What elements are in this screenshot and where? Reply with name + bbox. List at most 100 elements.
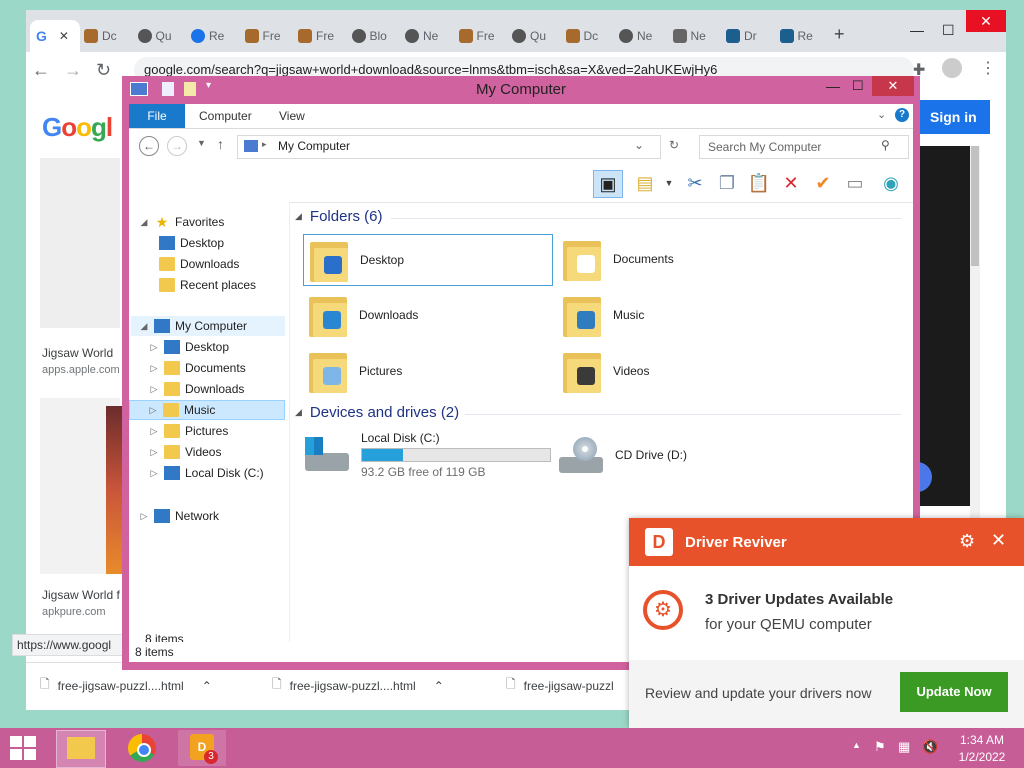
collapse-arrow-icon[interactable]: ◢: [139, 217, 149, 228]
reload-icon[interactable]: ↻: [96, 60, 111, 81]
forward-arrow-icon[interactable]: →: [64, 60, 82, 81]
nav-item-pictures[interactable]: ▷ Pictures: [149, 421, 228, 441]
tab-8[interactable]: Fre: [458, 24, 495, 48]
address-bar[interactable]: ▸ My Computer ⌄: [237, 135, 661, 159]
tab-google[interactable]: G ✕: [36, 24, 69, 48]
nav-item-documents[interactable]: ▷ Documents: [149, 358, 246, 378]
gear-icon[interactable]: ⚙: [959, 531, 975, 552]
folder-downloads[interactable]: Downloads: [303, 290, 551, 340]
download-item[interactable]: 🗋 free-jigsaw-puzzl....html ⌃: [272, 675, 444, 696]
clock-time[interactable]: 1:34 AM: [954, 733, 1010, 747]
sign-in-button[interactable]: Sign in: [910, 100, 990, 134]
download-item[interactable]: 🗋 free-jigsaw-puzzl: [506, 675, 614, 696]
delete-icon[interactable]: ✕: [777, 170, 805, 196]
close-window-button[interactable]: ✕: [872, 76, 914, 96]
search-input[interactable]: Search My Computer: [699, 135, 909, 159]
tab-6[interactable]: Blo: [351, 24, 387, 48]
tab-close-icon[interactable]: ✕: [59, 29, 69, 43]
google-logo[interactable]: Googl: [42, 112, 113, 143]
tab-14[interactable]: Re: [779, 24, 813, 48]
nav-item-desktop[interactable]: ▷ Desktop: [149, 337, 229, 357]
taskbar-file-explorer[interactable]: [56, 730, 106, 768]
drive-local-disk-c[interactable]: Local Disk (C:) 93.2 GB free of 119 GB: [303, 430, 551, 480]
folder-desktop[interactable]: Desktop: [303, 234, 553, 286]
nav-item-music[interactable]: ▷ Music: [129, 400, 285, 420]
tab-3[interactable]: Re: [191, 24, 224, 48]
nav-item-downloads[interactable]: ▷ Downloads: [149, 379, 244, 399]
nav-favorite-recent-places[interactable]: Recent places: [159, 275, 256, 295]
collapse-arrow-icon[interactable]: ◢: [295, 211, 302, 222]
download-item[interactable]: 🗋 free-jigsaw-puzzl....html ⌃: [40, 675, 212, 696]
tab-10[interactable]: Dc: [565, 24, 598, 48]
expand-ribbon-icon[interactable]: ⌄: [877, 108, 886, 121]
tab-2[interactable]: Qu: [137, 24, 172, 48]
result-thumbnail[interactable]: [40, 158, 120, 328]
expand-arrow-icon[interactable]: ▷: [149, 468, 159, 479]
update-now-button[interactable]: Update Now: [900, 672, 1008, 712]
expand-arrow-icon[interactable]: ▷: [149, 384, 159, 395]
help-icon[interactable]: ?: [895, 108, 909, 122]
tab-view[interactable]: View: [279, 104, 305, 128]
minimize-icon[interactable]: —: [826, 78, 840, 94]
tab-9[interactable]: Qu: [512, 24, 546, 48]
chevron-up-icon[interactable]: ⌃: [434, 679, 444, 693]
tab-5[interactable]: Fre: [298, 24, 334, 48]
show-hidden-icons-icon[interactable]: ▲: [852, 740, 861, 750]
forward-arrow-icon[interactable]: →: [167, 136, 187, 156]
up-arrow-icon[interactable]: ↑: [217, 136, 224, 152]
nav-favorite-desktop[interactable]: Desktop: [159, 233, 224, 253]
expand-arrow-icon[interactable]: ▷: [149, 363, 159, 374]
nav-my-computer[interactable]: ◢ My Computer: [131, 316, 285, 336]
breadcrumb-chevron-icon[interactable]: ▸: [262, 139, 267, 150]
refresh-icon[interactable]: ↻: [669, 138, 679, 152]
profile-avatar-icon[interactable]: [942, 58, 962, 78]
cut-icon[interactable]: ✂: [681, 170, 709, 196]
copy-icon[interactable]: ❐: [713, 170, 741, 196]
tab-12[interactable]: Ne: [672, 24, 706, 48]
network-icon[interactable]: ▦: [898, 739, 910, 755]
tab-13[interactable]: Dr: [726, 24, 757, 48]
taskbar-chrome[interactable]: [118, 730, 166, 766]
search-icon[interactable]: ⚲: [881, 138, 890, 152]
network-globe-icon[interactable]: ◉: [877, 170, 905, 196]
close-icon[interactable]: ✕: [991, 530, 1006, 551]
expand-arrow-icon[interactable]: ▷: [149, 426, 159, 437]
clock-date[interactable]: 1/2/2022: [954, 750, 1010, 764]
nav-item-local-disk-c[interactable]: ▷ Local Disk (C:): [149, 463, 264, 483]
folders-group-header[interactable]: ◢ Folders (6): [295, 208, 382, 225]
back-arrow-icon[interactable]: ←: [32, 60, 50, 81]
tab-computer[interactable]: Computer: [199, 104, 252, 128]
preview-pane-icon[interactable]: ▣: [593, 170, 623, 198]
volume-muted-icon[interactable]: 🔇: [922, 739, 938, 755]
action-center-flag-icon[interactable]: ⚑: [874, 739, 886, 755]
paste-icon[interactable]: 📋: [745, 170, 773, 196]
result-title[interactable]: Jigsaw World: [42, 346, 113, 360]
maximize-icon[interactable]: ☐: [852, 78, 864, 94]
drive-cd-d[interactable]: CD Drive (D:): [557, 430, 805, 480]
rename-icon[interactable]: ▭: [841, 170, 869, 196]
folder-videos[interactable]: Videos: [557, 346, 805, 396]
chevron-up-icon[interactable]: ⌃: [202, 679, 212, 693]
folder-music[interactable]: Music: [557, 290, 805, 340]
collapse-arrow-icon[interactable]: ◢: [139, 321, 149, 332]
nav-network[interactable]: ▷ Network: [139, 506, 219, 526]
folder-documents[interactable]: Documents: [557, 234, 805, 284]
expand-arrow-icon[interactable]: ▷: [149, 342, 159, 353]
checkmark-icon[interactable]: ✔: [809, 170, 837, 196]
menu-kebab-icon[interactable]: ⋮: [980, 58, 996, 78]
nav-item-videos[interactable]: ▷ Videos: [149, 442, 221, 462]
close-window-button[interactable]: ✕: [966, 10, 1006, 32]
taskbar-driver-reviver[interactable]: D 3: [178, 730, 226, 766]
tab-11[interactable]: Ne: [619, 24, 652, 48]
maximize-icon[interactable]: ☐: [942, 22, 955, 39]
expand-arrow-icon[interactable]: ▷: [139, 511, 149, 522]
tab-7[interactable]: Ne: [405, 24, 438, 48]
tab-4[interactable]: Fre: [244, 24, 281, 48]
collapse-arrow-icon[interactable]: ◢: [295, 407, 302, 418]
explorer-titlebar[interactable]: ▾ My Computer — ☐ ✕: [122, 76, 920, 102]
windows-start-icon[interactable]: [10, 736, 36, 760]
devices-group-header[interactable]: ◢ Devices and drives (2): [295, 404, 459, 421]
dropdown-icon[interactable]: ▼: [655, 170, 683, 196]
minimize-icon[interactable]: —: [910, 22, 924, 38]
page-scrollbar-thumb[interactable]: [971, 146, 979, 266]
